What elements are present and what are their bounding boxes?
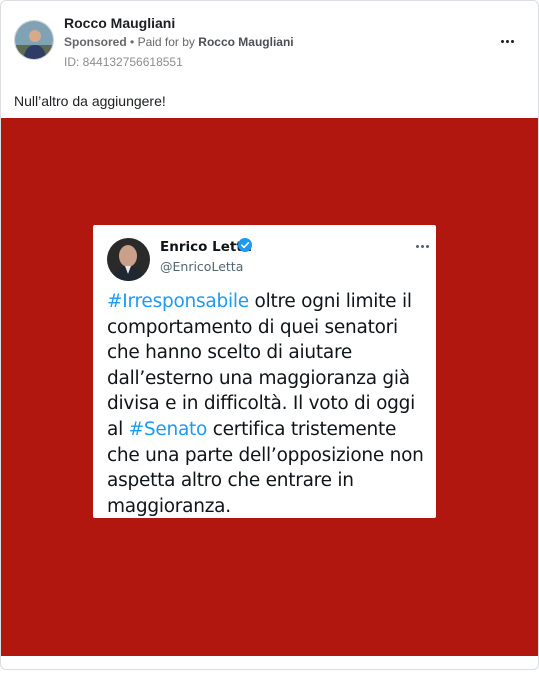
tweet-line: divisa e in difficoltà. Il voto di oggi (107, 393, 416, 415)
tweet-author-avatar (107, 238, 150, 281)
tweet-line: dall’esterno una maggioranza già (107, 367, 410, 389)
tweet-line: aspetta altro che entrare in (107, 470, 354, 492)
hashtag-link: #Senato (128, 418, 208, 440)
paid-for-prefix: Paid for by (137, 35, 195, 49)
payer-name: Rocco Maugliani (198, 35, 294, 49)
hashtag-link: #Irresponsabile (107, 291, 249, 312)
tweet-line: al #Senato certifica tristemente (107, 417, 429, 443)
more-options-button[interactable] (495, 31, 519, 51)
tweet-line: #Irresponsabile oltre ogni limite il (107, 289, 429, 315)
tweet-line-text: certifica tristemente (207, 418, 397, 440)
tweet-line: che hanno scelto di aiutare (107, 342, 353, 364)
tweet-line: maggioranza. (107, 495, 231, 517)
tweet-ellipsis-icon (416, 245, 429, 248)
ellipsis-icon (500, 39, 514, 43)
tweet-line-prefix: al (107, 418, 129, 440)
tweet-handle: @EnricoLetta (160, 259, 244, 274)
post-body-text: Null’altro da aggiungere! (14, 93, 166, 109)
tweet-text: #Irresponsabile oltre ogni limite il com… (107, 289, 429, 519)
verified-badge-icon (238, 238, 252, 252)
sponsored-label: Sponsored (64, 35, 127, 49)
ad-creative-image[interactable]: Enrico Letta @EnricoLetta #Irresponsabil… (1, 118, 538, 656)
page-name[interactable]: Rocco Maugliani (64, 15, 175, 31)
ad-id: ID: 844132756618551 (64, 55, 183, 69)
tweet-line-text: oltre ogni limite il (248, 291, 412, 312)
ad-card: Rocco Maugliani Sponsored • Paid for by … (0, 0, 539, 670)
tweet-screenshot: Enrico Letta @EnricoLetta #Irresponsabil… (93, 225, 436, 518)
tweet-line: che una parte dell’opposizione non (107, 444, 424, 466)
tweet-line: comportamento di quei senatori (107, 316, 398, 338)
page-avatar[interactable] (14, 20, 54, 60)
separator-dot: • (130, 35, 138, 49)
sponsored-line: Sponsored • Paid for by Rocco Maugliani (64, 35, 294, 49)
